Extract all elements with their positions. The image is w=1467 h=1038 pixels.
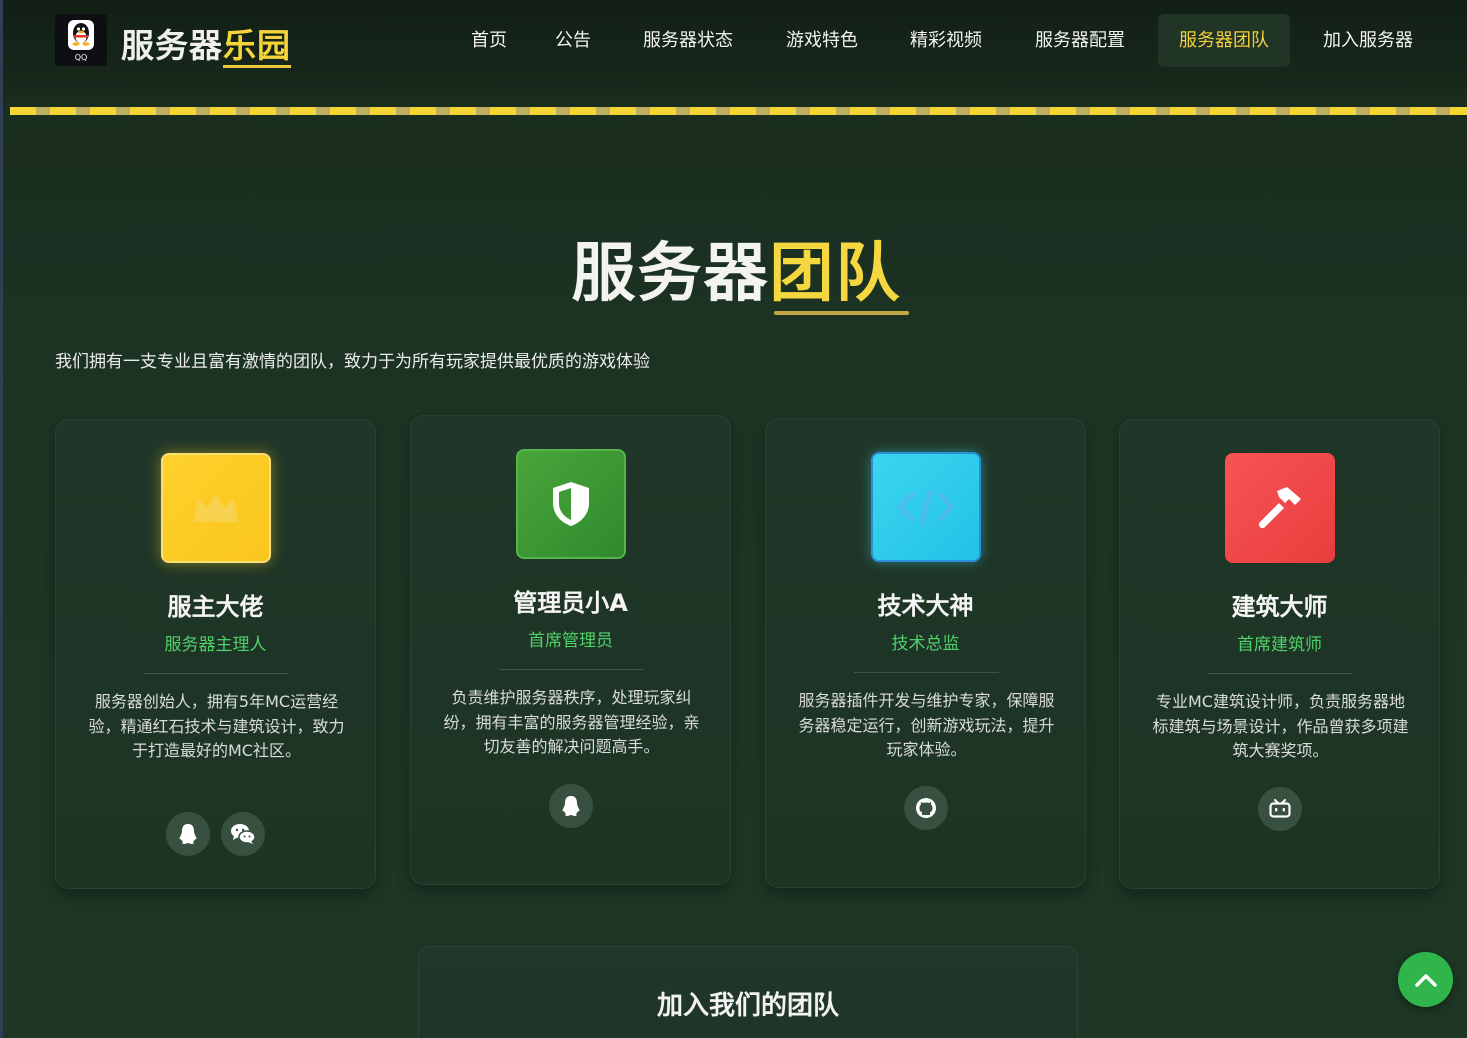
bilibili-link[interactable] [1258,787,1302,831]
team-card-builder: 建筑大师 首席建筑师 专业MC建筑设计师，负责服务器地标建筑与场景设计，作品曾获… [1119,419,1440,889]
card-divider [499,669,644,670]
page: QQ 服务器乐园 首页 公告 服务器状态 游戏特色 精彩视频 服务器配置 服务器… [0,0,1467,1038]
team-card-owner: 服主大佬 服务器主理人 服务器创始人，拥有5年MC运营经验，精通红石技术与建筑设… [55,419,376,889]
brand-part1: 服务器 [121,26,223,65]
member-avatar [1225,453,1335,563]
nav-join-server[interactable]: 加入服务器 [1305,14,1431,67]
member-role: 技术总监 [891,634,960,654]
member-description: 负责维护服务器秩序，处理玩家纠纷，拥有丰富的服务器管理经验，亲切友善的解决问题高… [443,688,700,756]
header-stripe-divider [10,107,1467,115]
member-role: 首席管理员 [528,631,613,651]
member-avatar [516,449,626,559]
member-role: 服务器主理人 [164,635,267,655]
hammer-icon [1258,487,1301,529]
nav-announcements[interactable]: 公告 [537,14,609,67]
member-description: 专业MC建筑设计师，负责服务器地标建筑与场景设计，作品曾获多项建筑大赛奖项。 [1152,692,1409,760]
member-name: 管理员小A [513,589,628,617]
nav-game-features[interactable]: 游戏特色 [769,14,875,67]
join-team-title: 加入我们的团队 [656,991,839,1021]
member-name: 建筑大师 [1231,593,1328,621]
card-divider [144,673,289,674]
site-header: QQ 服务器乐园 首页 公告 服务器状态 游戏特色 精彩视频 服务器配置 服务器… [3,0,1467,107]
back-to-top-button[interactable] [1398,952,1453,1007]
section-title-part1: 服务器 [571,237,770,311]
team-card-admin: 管理员小A 首席管理员 负责维护服务器秩序，处理玩家纠纷，拥有丰富的服务器管理经… [410,415,731,885]
member-role: 首席建筑师 [1237,635,1322,655]
shield-icon [553,482,589,526]
section-title-part2: 团队 [769,237,902,311]
member-name: 技术大神 [877,592,974,620]
member-description: 服务器插件开发与维护专家，保障服务器稳定运行，创新游戏玩法，提升玩家体验。 [798,691,1055,759]
member-description: 服务器创始人，拥有5年MC运营经验，精通红石技术与建筑设计，致力于打造最好的MC… [88,692,345,760]
github-icon [916,798,936,818]
nav-server-config[interactable]: 服务器配置 [1017,14,1143,67]
nav-home[interactable]: 首页 [453,14,525,67]
code-icon [897,489,955,525]
qq-icon [179,824,197,844]
join-team-section: 加入我们的团队 [418,946,1078,1038]
chevron-up-icon [1414,973,1437,987]
logo-caption: QQ [74,53,88,62]
card-divider [1208,673,1353,674]
card-divider [854,672,999,673]
site-logo[interactable]: QQ [55,14,107,66]
title-underline [774,311,909,315]
qq-link[interactable] [549,784,593,828]
wechat-icon [231,824,256,844]
bilibili-icon [1269,799,1291,818]
section-intro: 我们拥有一支专业且富有激情的团队，致力于为所有玩家提供最优质的游戏体验 [55,352,650,372]
qq-penguin-icon [68,20,94,50]
member-avatar [871,452,981,562]
section-title: 服务器团队 [3,222,1467,314]
wechat-link[interactable] [221,812,265,856]
brand-part2: 乐园 [223,26,291,68]
crown-icon [194,494,238,522]
member-name: 服主大佬 [167,593,264,621]
member-avatar [161,453,271,563]
team-card-tech: 技术大神 技术总监 服务器插件开发与维护专家，保障服务器稳定运行，创新游戏玩法，… [765,418,1086,888]
qq-link[interactable] [166,812,210,856]
nav-server-team[interactable]: 服务器团队 [1158,14,1290,67]
brand-title[interactable]: 服务器乐园 [121,19,291,68]
github-link[interactable] [904,786,948,830]
nav-server-status[interactable]: 服务器状态 [625,14,751,67]
nav-videos[interactable]: 精彩视频 [893,14,999,67]
qq-icon [562,796,580,816]
